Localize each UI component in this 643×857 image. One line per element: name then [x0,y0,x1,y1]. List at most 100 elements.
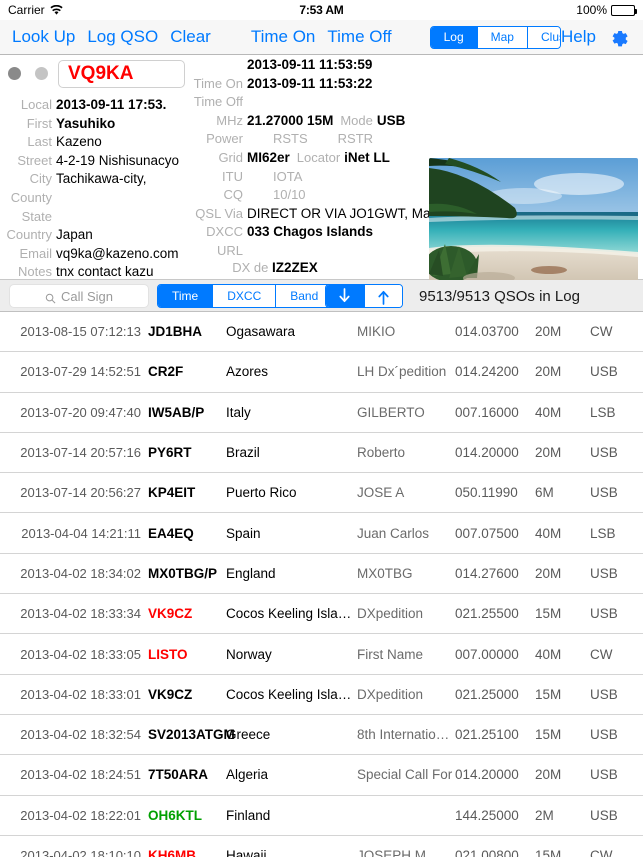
cell-frequency: 014.24200 [455,364,519,380]
status-bar-clock: 7:53 AM [299,3,344,17]
field-cq[interactable]: CQ 10/10 [130,187,420,206]
status-indicator-dots [8,67,48,80]
arrow-up-icon[interactable] [363,285,402,307]
cell-name: 8th Internatio… [357,727,450,743]
table-row[interactable]: 2013-07-20 09:47:40 IW5AB/P Italy GILBERTO 0… [0,393,643,433]
log-filter-bar: Call Sign Time DXCC Band 9513/9513 QSOs … [0,280,643,312]
field-power[interactable]: Power RSTS RSTR [130,131,420,150]
table-row[interactable]: 2013-04-02 18:22:01 OH6KTL Finland 144.2500… [0,796,643,836]
cell-callsign: CR2F [148,364,184,380]
time-on-button[interactable]: Time On [251,27,316,47]
cell-frequency: 007.00000 [455,646,519,662]
battery-percent-label: 100% [576,3,607,17]
arrow-down-icon[interactable] [326,285,364,307]
field-label-itu: ITU [222,168,243,184]
log-table: 2013-08-15 07:12:13 JD1BHA Ogasawara MIKIO 0… [0,312,643,857]
cell-date: 2013-04-02 18:10:10 [20,848,141,857]
cell-band: 40M [535,646,562,662]
field-grid[interactable]: Grid MI62er Locator iNet LL [130,150,420,169]
cell-country: Cocos Keeling Isla… [226,606,352,622]
field-label-last: Last [27,134,52,150]
field-time-off[interactable]: Time Off [130,94,420,113]
sort-segment-band[interactable]: Band [276,285,333,307]
cell-frequency: 050.11990 [455,485,518,501]
toolbar-left-group: Look Up Log QSO Clear [0,27,211,47]
cell-country: England [226,565,276,581]
field-label-email: Email [19,245,52,261]
table-row[interactable]: 2013-04-02 18:32:54 SV2013ATGM Greece 8th I… [0,715,643,756]
cell-frequency: 021.25100 [455,727,519,743]
field-label-cq: CQ [223,187,244,203]
field-value-timestamp: 2013-09-11 11:53:59 [247,57,373,72]
field-label-dxcc: DXCC [206,224,243,240]
field-label-mode: Mode [340,112,373,128]
table-row[interactable]: 2013-04-02 18:10:10 KH6MB Hawaii JOSEPH M 02… [0,836,643,857]
segment-cluster[interactable]: Cluster [527,26,561,48]
qso-detail-panel: VQ9KA Local 2013-09-11 17:53. First Yasu… [0,55,643,284]
indicator-dot-2[interactable] [35,67,48,80]
cell-frequency: 021.25500 [455,606,519,622]
cell-country: Spain [226,525,261,541]
field-itu[interactable]: ITU IOTA [130,169,420,188]
gear-icon[interactable] [610,27,631,48]
main-toolbar: Look Up Log QSO Clear Time On Time Off L… [0,20,643,55]
cell-callsign: VK9CZ [148,686,193,702]
cell-band: 20M [535,324,562,340]
time-off-button[interactable]: Time Off [327,27,391,47]
cell-date: 2013-07-14 20:56:27 [20,485,141,501]
cell-name: JOSE A [357,485,405,501]
indicator-dot-1[interactable] [8,67,21,80]
cell-name: LH Dx´pedition [357,364,447,380]
cell-frequency: 007.07500 [455,525,519,541]
table-row[interactable]: 2013-04-02 18:34:02 MX0TBG/P England MX0TBG… [0,554,643,595]
table-row[interactable]: 2013-07-14 20:56:27 KP4EIT Puerto Rico JOSE… [0,473,643,514]
table-row[interactable]: 2013-04-02 18:33:01 VK9CZ Cocos Keeling Is… [0,675,643,715]
cell-name: DXpedition [357,686,424,702]
field-url[interactable]: URL [130,243,420,262]
sort-direction-control[interactable] [325,284,403,308]
cell-mode: USB [590,767,618,783]
help-button[interactable]: Help [561,27,596,47]
cell-date: 2013-04-02 18:34:02 [20,565,141,581]
field-time-on[interactable]: Time On 2013-09-11 11:53:22 [130,76,420,95]
cell-band: 15M [535,848,562,857]
cell-callsign: VK9CZ [148,606,193,622]
cell-band: 20M [535,767,562,783]
sort-segment-time[interactable]: Time [158,285,214,307]
cell-date: 2013-08-15 07:12:13 [20,324,141,340]
qso-count-label: 9513/9513 QSOs in Log [419,287,580,305]
field-label-state: State [21,208,52,224]
cell-date: 2013-07-14 20:57:16 [20,445,141,461]
look-up-button[interactable]: Look Up [12,27,75,47]
sort-segment-dxcc[interactable]: DXCC [213,285,277,307]
clear-button[interactable]: Clear [170,27,211,47]
cell-frequency: 014.03700 [455,324,519,340]
cell-mode: USB [590,364,618,380]
sort-segmented-control[interactable]: Time DXCC Band [157,284,334,308]
field-dxcc[interactable]: DXCC 033 Chagos Islands [130,224,420,243]
table-row[interactable]: 2013-04-02 18:33:05 LISTO Norway First Name… [0,634,643,675]
field-qsl-via[interactable]: QSL Via DIRECT OR VIA JO1GWT, Mail [130,206,436,225]
log-qso-button[interactable]: Log QSO [87,27,158,47]
table-row[interactable]: 2013-04-02 18:33:34 VK9CZ Cocos Keeling Is… [0,594,643,635]
search-input[interactable]: Call Sign [9,284,149,308]
cell-mode: USB [590,807,618,823]
toolbar-time-group: Time On Time Off [211,27,392,47]
cell-mode: LSB [590,525,616,541]
table-row[interactable]: 2013-07-29 14:52:51 CR2F Azores LH Dx´pedit… [0,352,643,393]
segment-map[interactable]: Map [477,26,528,48]
cell-mode: USB [590,565,618,581]
contact-photo[interactable] [429,158,638,284]
status-bar: Carrier 7:53 AM 100% [0,0,643,20]
cell-frequency: 007.16000 [455,404,519,420]
view-mode-segmented-control[interactable]: Log Map Cluster [429,25,562,49]
field-value-grid: MI62er [247,149,290,165]
field-mhz[interactable]: MHz 21.27000 15M Mode USB [130,113,420,132]
table-row[interactable]: 2013-07-14 20:57:16 PY6RT Brazil Roberto 014… [0,433,643,474]
table-row[interactable]: 2013-04-04 14:21:11 EA4EQ Spain Juan Carlos… [0,513,643,554]
cell-callsign: EA4EQ [148,525,194,541]
table-row[interactable]: 2013-04-02 18:24:51 7T50ARA Algeria Special… [0,755,643,796]
segment-log[interactable]: Log [430,26,478,48]
table-row[interactable]: 2013-08-15 07:12:13 JD1BHA Ogasawara MIKIO 0… [0,312,643,353]
field-label-iota: IOTA [273,168,303,184]
